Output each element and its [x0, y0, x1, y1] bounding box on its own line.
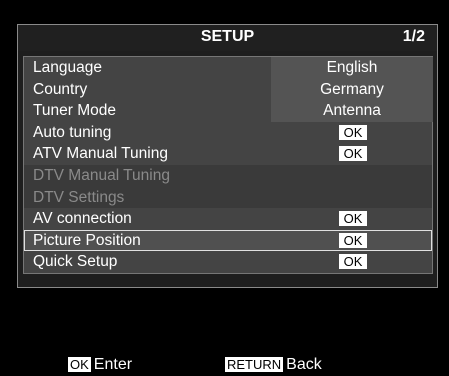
menu-item-label: Picture Position [33, 231, 141, 249]
enter-label: Enter [93, 356, 133, 373]
ok-button[interactable]: OK [339, 146, 367, 162]
footer-back-hint: RETURN Back [225, 356, 322, 374]
menu-item-label: DTV Manual Tuning [33, 166, 170, 184]
menu-item-label: Country [33, 80, 88, 98]
ok-button[interactable]: OK [339, 211, 367, 227]
menu-item-label: Quick Setup [33, 253, 118, 271]
menu-item-label: Language [33, 59, 102, 76]
menu-item-dtv-settings: DTV Settings [24, 186, 432, 209]
setup-panel: SETUP 1/2 Language English Country Germa… [17, 24, 438, 288]
ok-button[interactable]: OK [339, 232, 367, 248]
page-indicator: 1/2 [402, 28, 425, 45]
menu-item-label: DTV Settings [33, 188, 125, 206]
footer-enter-hint: OK Enter [68, 356, 132, 374]
menu-item-country[interactable]: Country Germany [24, 78, 433, 101]
menu-item-value[interactable]: Antenna [271, 100, 433, 122]
ok-key-icon: OK [68, 357, 91, 372]
return-key-icon: RETURN [225, 357, 284, 372]
menu-item-label: AV connection [33, 210, 132, 228]
ok-button[interactable]: OK [339, 124, 367, 140]
menu-item-quick-setup[interactable]: Quick Setup OK [24, 251, 432, 273]
menu-header: SETUP 1/2 [18, 25, 437, 51]
menu-item-picture-position[interactable]: Picture Position OK [24, 229, 432, 252]
menu-item-value[interactable]: English [271, 57, 433, 79]
settings-list: Language English Country Germany Tuner M… [23, 56, 433, 274]
menu-item-dtv-manual-tuning: DTV Manual Tuning [24, 164, 432, 187]
menu-item-auto-tuning[interactable]: Auto tuning OK [24, 122, 432, 144]
menu-item-label: ATV Manual Tuning [33, 145, 168, 163]
menu-item-label: Tuner Mode [33, 102, 116, 120]
menu-item-language[interactable]: Language English [24, 57, 433, 79]
menu-item-atv-manual-tuning[interactable]: ATV Manual Tuning OK [24, 143, 432, 165]
menu-item-tuner-mode[interactable]: Tuner Mode Antenna [24, 100, 433, 122]
menu-item-av-connection[interactable]: AV connection OK [24, 208, 432, 230]
menu-item-label: Auto tuning [33, 123, 112, 141]
menu-title: SETUP [200, 28, 255, 45]
back-label: Back [286, 356, 322, 373]
menu-item-value[interactable]: Germany [271, 78, 433, 101]
ok-button[interactable]: OK [339, 254, 367, 270]
